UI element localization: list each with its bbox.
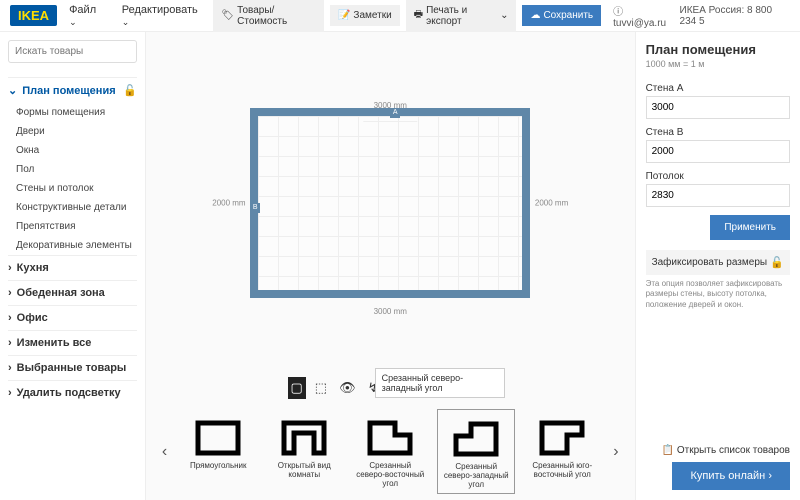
wall-label-b: B [250, 203, 260, 213]
sidebar-sub[interactable]: Декоративные элементы [8, 236, 137, 255]
menu-edit[interactable]: Редактировать ⌄ [116, 0, 208, 32]
scale-info: 1000 мм = 1 м [646, 59, 790, 69]
fix-sizes[interactable]: Зафиксировать размеры🔓 [646, 250, 790, 275]
shape-option[interactable]: Срезанный северо-восточный угол [351, 409, 429, 494]
sidebar-sub[interactable]: Формы помещения [8, 103, 137, 122]
wall-label-a: A [390, 108, 400, 118]
panel-title: План помещения [646, 42, 790, 57]
section-plan[interactable]: План помещения🔓 [8, 77, 137, 103]
sidebar-section[interactable]: Кухня [8, 255, 137, 280]
hint-text: Эта опция позволяет зафиксировать размер… [646, 279, 790, 310]
tooltip: Срезанный северо-западный угол [375, 368, 505, 398]
btn-products[interactable]: 🏷 Товары/Стоимость [213, 0, 324, 32]
sidebar-sub[interactable]: Препятствия [8, 217, 137, 236]
menu-file[interactable]: Файл ⌄ [63, 0, 110, 32]
search-input[interactable] [8, 40, 137, 63]
apply-button[interactable]: Применить [710, 215, 790, 240]
sidebar-section[interactable]: Удалить подсветку [8, 380, 137, 405]
lock-icon: 🔓 [123, 84, 137, 97]
shape-option[interactable]: Прямоугольник [179, 409, 257, 494]
sidebar-section[interactable]: Изменить все [8, 330, 137, 355]
tool-view[interactable]: 👁 [336, 377, 359, 399]
tool-2d[interactable]: ▢ [288, 377, 306, 399]
sidebar-section[interactable]: Обеденная зона [8, 280, 137, 305]
open-list-link[interactable]: 📋 Открыть список товаров [630, 445, 790, 456]
region-info: ИКЕА Россия: 8 800 234 5 [680, 5, 790, 27]
user-email[interactable]: ⓘ tuvvi@ya.ru [613, 3, 673, 29]
sidebar-sub[interactable]: Окна [8, 141, 137, 160]
shapes-next[interactable]: › [609, 443, 622, 461]
input-wall-a[interactable] [646, 96, 790, 119]
dim-right: 2000 mm [535, 198, 568, 207]
shape-option[interactable]: Срезанный юго-восточный угол [523, 409, 601, 494]
tool-3d[interactable]: ⬚ [312, 377, 330, 399]
dim-left: 2000 mm [212, 198, 245, 207]
buy-button[interactable]: Купить онлайн › [672, 462, 790, 490]
logo[interactable]: IKEA [10, 5, 57, 26]
sidebar-section[interactable]: Офис [8, 305, 137, 330]
sidebar-section[interactable]: Выбранные товары [8, 355, 137, 380]
btn-save[interactable]: ☁ Сохранить [522, 5, 601, 26]
sidebar-sub[interactable]: Конструктивные детали [8, 198, 137, 217]
sidebar-sub[interactable]: Стены и потолок [8, 179, 137, 198]
sidebar-sub[interactable]: Пол [8, 160, 137, 179]
input-ceiling[interactable] [646, 184, 790, 207]
btn-print[interactable]: 🖶 Печать и экспорт ⌄ [406, 0, 517, 32]
input-wall-b[interactable] [646, 140, 790, 163]
btn-notes[interactable]: 📝 Заметки [330, 5, 400, 26]
shape-option[interactable]: Открытый вид комнаты [265, 409, 343, 494]
dim-bottom: 3000 mm [374, 307, 407, 316]
shape-option[interactable]: Срезанный северо-западный угол [437, 409, 515, 494]
sidebar-sub[interactable]: Двери [8, 122, 137, 141]
shapes-prev[interactable]: ‹ [158, 443, 171, 461]
room-plan[interactable]: 3000 mm 3000 mm 2000 mm 2000 mm A B [250, 108, 530, 298]
